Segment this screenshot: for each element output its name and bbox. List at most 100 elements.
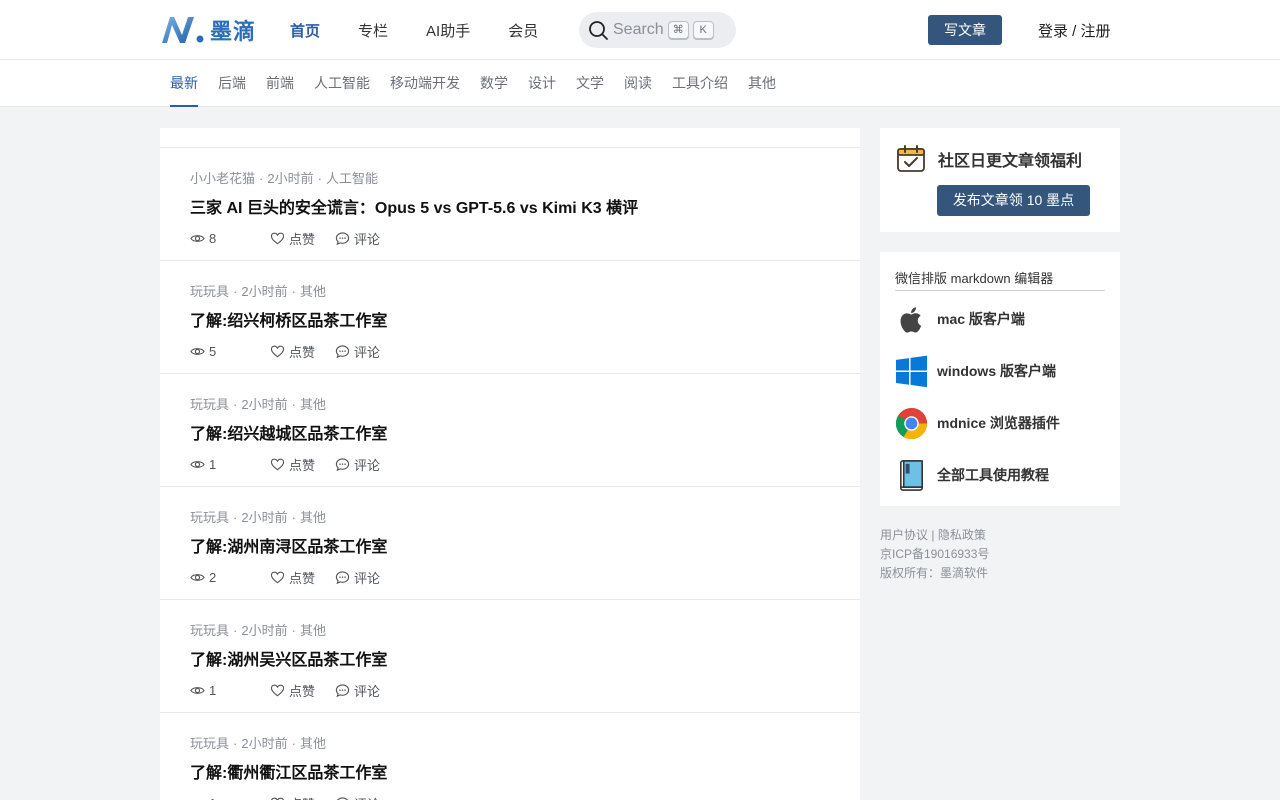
article-title[interactable]: 了解:衢州衢江区品茶工作室 — [190, 764, 830, 784]
tab-latest[interactable]: 最新 — [170, 60, 198, 107]
meta-separator: · — [259, 171, 264, 186]
article-author[interactable]: 玩玩具 — [190, 623, 229, 638]
meta-separator: · — [291, 623, 296, 638]
nav-item-ai-assistant[interactable]: AI助手 — [426, 20, 470, 41]
comment-icon — [335, 570, 350, 584]
tools-title: 微信排版 markdown 编辑器 — [895, 268, 1105, 291]
site-logo[interactable]: 墨滴 — [160, 14, 256, 46]
privacy-policy-link[interactable]: 隐私政策 — [938, 528, 986, 542]
like-label: 点赞 — [289, 457, 316, 473]
heart-icon — [270, 797, 285, 800]
article-time: 2小时前 — [241, 623, 288, 638]
article-author[interactable]: 玩玩具 — [190, 284, 229, 299]
like-button[interactable]: 点赞 — [270, 794, 315, 800]
view-count: 8 — [190, 231, 250, 246]
article-title[interactable]: 了解:绍兴越城区品茶工作室 — [190, 425, 830, 445]
comment-button[interactable]: 评论 — [335, 794, 380, 800]
chrome-icon — [895, 407, 928, 439]
article-meta: 玩玩具 · 2小时前 · 其他 — [190, 624, 830, 638]
meta-separator: · — [233, 623, 238, 638]
article-category[interactable]: 其他 — [300, 397, 326, 412]
nav-item-membership[interactable]: 会员 — [508, 20, 538, 41]
write-article-button[interactable]: 写文章 — [928, 15, 1002, 45]
tool-browser-extension[interactable]: mdnice 浏览器插件 — [895, 406, 1105, 440]
meta-separator: · — [291, 284, 296, 299]
eye-icon — [190, 234, 205, 242]
article-category[interactable]: 其他 — [300, 623, 326, 638]
article-item[interactable]: 玩玩具 ·2小时前· 其他 了解:衢州衢江区品茶工作室 1 点赞 评论 — [160, 713, 860, 800]
tab-backend[interactable]: 后端 — [218, 60, 246, 107]
like-button[interactable]: 点赞 — [270, 455, 315, 474]
publish-reward-button[interactable]: 发布文章领 10 墨点 — [937, 185, 1090, 216]
tab-reading[interactable]: 阅读 — [624, 60, 652, 107]
tab-design[interactable]: 设计 — [528, 60, 556, 107]
view-count: 1 — [190, 683, 250, 698]
comment-label: 评论 — [354, 231, 381, 247]
view-count-value: 1 — [209, 456, 217, 472]
tab-math[interactable]: 数学 — [480, 60, 508, 107]
tool-tutorials[interactable]: 全部工具使用教程 — [895, 458, 1105, 492]
shortcut-key-k: K — [692, 21, 714, 39]
tab-literature[interactable]: 文学 — [576, 60, 604, 107]
book-icon — [900, 459, 923, 491]
like-button[interactable]: 点赞 — [270, 342, 315, 361]
article-category[interactable]: 其他 — [300, 284, 326, 299]
tool-windows-client[interactable]: windows 版客户端 — [895, 354, 1105, 388]
comment-button[interactable]: 评论 — [335, 229, 380, 248]
footer-links: 用户协议 | 隐私政策 — [880, 526, 989, 545]
site-footer: 用户协议 | 隐私政策 京ICP备19016933号 版权所有：墨滴软件 — [880, 526, 989, 583]
tab-ai[interactable]: 人工智能 — [314, 60, 370, 107]
article-list: 小小老花猫 · 2小时前 · 人工智能 三家 AI 巨头的安全谎言：Opus 5 vs … — [160, 148, 860, 800]
article-item[interactable]: 玩玩具 · 2小时前 · 其他 了解:绍兴越城区品茶工作室 1 点赞 评论 — [160, 374, 860, 487]
view-count: 1 — [190, 796, 250, 800]
tool-mac-client[interactable]: mac 版客户端 — [895, 302, 1105, 336]
search-box[interactable]: Search ⌘ K — [579, 12, 736, 48]
article-item[interactable]: 玩玩具 · 2小时前 · 其他 了解:湖州吴兴区品茶工作室 1 点赞 评论 — [160, 600, 860, 713]
article-title[interactable]: 了解:湖州吴兴区品茶工作室 — [190, 651, 830, 671]
meta-separator: · — [317, 171, 322, 186]
article-feed: 小小老花猫 · 2小时前 · 人工智能 三家 AI 巨头的安全谎言：Opus 5 vs … — [160, 128, 860, 800]
login-register-link[interactable]: 登录 / 注册 — [1038, 20, 1111, 41]
view-count-value: 8 — [209, 230, 217, 246]
tab-mobile[interactable]: 移动端开发 — [390, 60, 460, 107]
like-button[interactable]: 点赞 — [270, 681, 315, 700]
article-author[interactable]: 玩玩具 — [190, 510, 229, 525]
article-author[interactable]: 小小老花猫 — [190, 171, 255, 186]
user-agreement-link[interactable]: 用户协议 — [880, 528, 928, 542]
like-button[interactable]: 点赞 — [270, 229, 315, 248]
article-title[interactable]: 了解:湖州南浔区品茶工作室 — [190, 538, 830, 558]
top-header: 墨滴 首页 专栏 AI助手 会员 Search ⌘ K 写文章 登录 / 注册 — [0, 0, 1280, 60]
eye-icon — [190, 573, 205, 581]
tool-label: mdnice 浏览器插件 — [937, 415, 1060, 431]
comment-button[interactable]: 评论 — [335, 342, 380, 361]
promo-header: 社区日更文章领福利 — [896, 144, 1082, 174]
tab-frontend[interactable]: 前端 — [266, 60, 294, 107]
comment-button[interactable]: 评论 — [335, 568, 380, 587]
meta-separator: · — [233, 284, 238, 299]
article-category[interactable]: 其他 — [300, 510, 326, 525]
nav-item-home[interactable]: 首页 — [290, 20, 320, 41]
tab-tools[interactable]: 工具介绍 — [672, 60, 728, 107]
article-title[interactable]: 了解:绍兴柯桥区品茶工作室 — [190, 312, 830, 332]
article-title[interactable]: 三家 AI 巨头的安全谎言：Opus 5 vs GPT-5.6 vs Kimi … — [190, 199, 830, 219]
comment-button[interactable]: 评论 — [335, 455, 380, 474]
article-author[interactable]: 玩玩具 — [190, 736, 229, 751]
comment-button[interactable]: 评论 — [335, 681, 380, 700]
view-count: 1 — [190, 457, 250, 472]
nav-item-columns[interactable]: 专栏 — [358, 20, 388, 41]
article-item[interactable]: 小小老花猫 · 2小时前 · 人工智能 三家 AI 巨头的安全谎言：Opus 5 vs … — [160, 148, 860, 261]
calendar-check-icon — [897, 145, 925, 172]
article-item[interactable]: 玩玩具 · 2小时前 · 其他 了解:湖州南浔区品茶工作室 2 点赞 评论 — [160, 487, 860, 600]
article-category[interactable]: 人工智能 — [326, 171, 378, 186]
article-actions: 1 点赞 评论 — [190, 681, 830, 700]
tab-other[interactable]: 其他 — [748, 60, 776, 107]
article-author[interactable]: 玩玩具 — [190, 397, 229, 412]
article-category[interactable]: 其他 — [300, 736, 326, 751]
comment-icon — [335, 344, 350, 358]
article-meta: 玩玩具 · 2小时前 · 其他 — [190, 511, 830, 525]
article-time: 2小时前 — [241, 736, 288, 751]
promo-card: 社区日更文章领福利 发布文章领 10 墨点 — [880, 128, 1120, 232]
like-button[interactable]: 点赞 — [270, 568, 315, 587]
article-item[interactable]: 玩玩具 · 2小时前 · 其他 了解:绍兴柯桥区品茶工作室 5 点赞 评论 — [160, 261, 860, 374]
eye-icon — [190, 460, 205, 468]
